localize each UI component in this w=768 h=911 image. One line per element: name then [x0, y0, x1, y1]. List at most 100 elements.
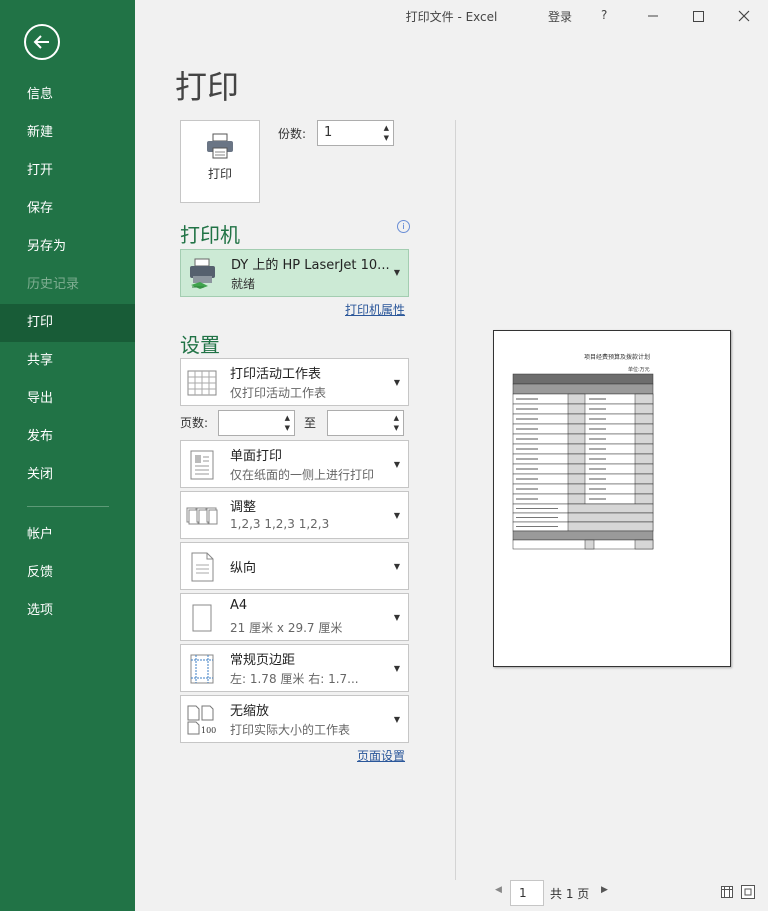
info-icon[interactable]: i	[397, 220, 410, 233]
single-sided-icon	[190, 450, 214, 480]
nav-print[interactable]: 打印	[0, 304, 135, 342]
zoom-to-page-icon[interactable]	[741, 884, 755, 899]
margins-icon	[190, 654, 214, 684]
chevron-down-icon: ▼	[393, 378, 400, 387]
scaling-select[interactable]: 100 无缩放 打印实际大小的工作表 ▼	[180, 695, 409, 743]
paper-size-select[interactable]: A4 21 厘米 x 29.7 厘米 ▼	[180, 593, 409, 641]
increment-icon[interactable]: ▲	[285, 414, 290, 422]
decrement-icon[interactable]: ▼	[394, 424, 399, 432]
chevron-down-icon: ▼	[393, 715, 400, 724]
window-title: 打印文件 - Excel	[405, 10, 498, 24]
nav-share[interactable]: 共享	[0, 342, 135, 380]
orientation-select[interactable]: 纵向 ▼	[180, 542, 409, 590]
paper-size-icon	[192, 604, 212, 632]
settings-heading: 设置	[180, 333, 220, 357]
margins-select[interactable]: 常规页边距 左: 1.78 厘米 右: 1.7... ▼	[180, 644, 409, 692]
margins-title: 常规页边距	[230, 653, 296, 668]
no-scaling-icon: 100	[187, 705, 216, 735]
sides-title: 单面打印	[230, 449, 283, 464]
printer-select[interactable]: DY 上的 HP LaserJet 10... 就绪 ▼	[180, 249, 409, 297]
chevron-down-icon: ▼	[393, 664, 400, 673]
chevron-down-icon: ▼	[393, 511, 400, 520]
sides-select[interactable]: 单面打印 仅在纸面的一侧上进行打印 ▼	[180, 440, 409, 488]
print-range-desc: 仅打印活动工作表	[230, 386, 327, 400]
print-range-title: 打印活动工作表	[230, 367, 322, 382]
scaling-desc: 打印实际大小的工作表	[230, 723, 351, 737]
nav-feedback[interactable]: 反馈	[0, 554, 135, 592]
collation-select[interactable]: 调整 1,2,3 1,2,3 1,2,3 ▼	[180, 491, 409, 539]
pages-to-input[interactable]: ▲ ▼	[327, 410, 404, 436]
nav-save[interactable]: 保存	[0, 190, 135, 228]
worksheet-grid-icon	[187, 370, 217, 396]
next-page-icon[interactable]: ▶	[601, 885, 608, 895]
preview-table	[512, 373, 654, 550]
login-link[interactable]: 登录	[548, 8, 572, 25]
pages-label: 页数:	[180, 416, 209, 430]
decrement-icon[interactable]: ▼	[285, 424, 290, 432]
print-panel: 打印 打印 份数: 1 ▲ ▼ 打印机 i DY 上的 HP LaserJet …	[135, 32, 768, 911]
nav-open[interactable]: 打开	[0, 152, 135, 190]
margins-desc: 左: 1.78 厘米 右: 1.7...	[230, 672, 359, 686]
printer-name: DY 上的 HP LaserJet 10...	[231, 258, 390, 273]
nav-account[interactable]: 帐户	[0, 516, 135, 554]
printer-properties-link[interactable]: 打印机属性	[345, 301, 405, 318]
pages-from-input[interactable]: ▲ ▼	[218, 410, 295, 436]
copies-stepper[interactable]: 1 ▲ ▼	[317, 120, 394, 146]
nav-divider	[27, 506, 109, 507]
printer-icon	[207, 133, 233, 159]
print-button[interactable]: 打印	[180, 120, 260, 203]
portrait-icon	[191, 552, 214, 582]
decrement-icon[interactable]: ▼	[384, 134, 389, 142]
title-bar: 打印文件 - Excel 登录 ?	[135, 0, 768, 32]
printer-status: 就绪	[231, 277, 256, 291]
previous-page-icon[interactable]: ◀	[495, 885, 502, 895]
increment-icon[interactable]: ▲	[384, 124, 389, 132]
print-preview-page: 项目经费预算及拨款计划 单位:万元	[493, 330, 731, 667]
nav-new[interactable]: 新建	[0, 114, 135, 152]
print-button-label: 打印	[207, 167, 232, 181]
maximize-icon[interactable]	[690, 8, 706, 24]
nav-close[interactable]: 关闭	[0, 456, 135, 494]
print-range-select[interactable]: 打印活动工作表 仅打印活动工作表 ▼	[180, 358, 409, 406]
orientation-title: 纵向	[230, 561, 257, 576]
preview-unit: 单位:万元	[628, 366, 650, 373]
nav-save-as[interactable]: 另存为	[0, 228, 135, 266]
chevron-down-icon: ▼	[393, 268, 400, 277]
show-margins-icon[interactable]	[720, 884, 734, 898]
chevron-down-icon: ▼	[393, 562, 400, 571]
nav-info[interactable]: 信息	[0, 76, 135, 114]
page-number-input[interactable]: 1	[510, 880, 544, 906]
printer-heading: 打印机	[180, 223, 240, 247]
page-number-value: 1	[519, 886, 527, 900]
back-arrow-icon[interactable]	[24, 24, 60, 60]
backstage-sidebar: 信息 新建 打开 保存 另存为 历史记录 打印 共享 导出 发布 关闭 帐户 反…	[0, 0, 135, 911]
nav-history: 历史记录	[27, 277, 80, 292]
scaling-title: 无缩放	[230, 704, 270, 719]
paper-size-desc: 21 厘米 x 29.7 厘米	[230, 621, 343, 635]
paper-size-title: A4	[230, 598, 248, 613]
printer-device-icon	[190, 258, 215, 289]
nav-publish[interactable]: 发布	[0, 418, 135, 456]
sides-desc: 仅在纸面的一侧上进行打印	[230, 468, 375, 482]
help-button[interactable]: ?	[601, 8, 607, 22]
nav-options[interactable]: 选项	[0, 592, 135, 630]
nav-export[interactable]: 导出	[0, 380, 135, 418]
svg-text:100: 100	[201, 726, 216, 735]
preview-sheet: 项目经费预算及拨款计划 单位:万元	[512, 353, 654, 550]
preview-title: 项目经费预算及拨款计划	[584, 353, 650, 361]
page-title: 打印	[175, 68, 240, 106]
panel-divider	[455, 120, 456, 880]
chevron-down-icon: ▼	[393, 613, 400, 622]
page-setup-link[interactable]: 页面设置	[357, 747, 405, 764]
to-label: 至	[304, 416, 317, 430]
page-total: 共 1 页	[550, 887, 590, 901]
copies-value: 1	[324, 125, 333, 140]
chevron-down-icon: ▼	[393, 460, 400, 469]
copies-label: 份数:	[278, 127, 307, 141]
increment-icon[interactable]: ▲	[394, 414, 399, 422]
minimize-icon[interactable]	[645, 8, 661, 24]
collation-title: 调整	[230, 500, 257, 515]
close-icon[interactable]	[736, 8, 752, 24]
collated-icon	[186, 507, 218, 525]
collation-desc: 1,2,3 1,2,3 1,2,3	[230, 517, 330, 531]
